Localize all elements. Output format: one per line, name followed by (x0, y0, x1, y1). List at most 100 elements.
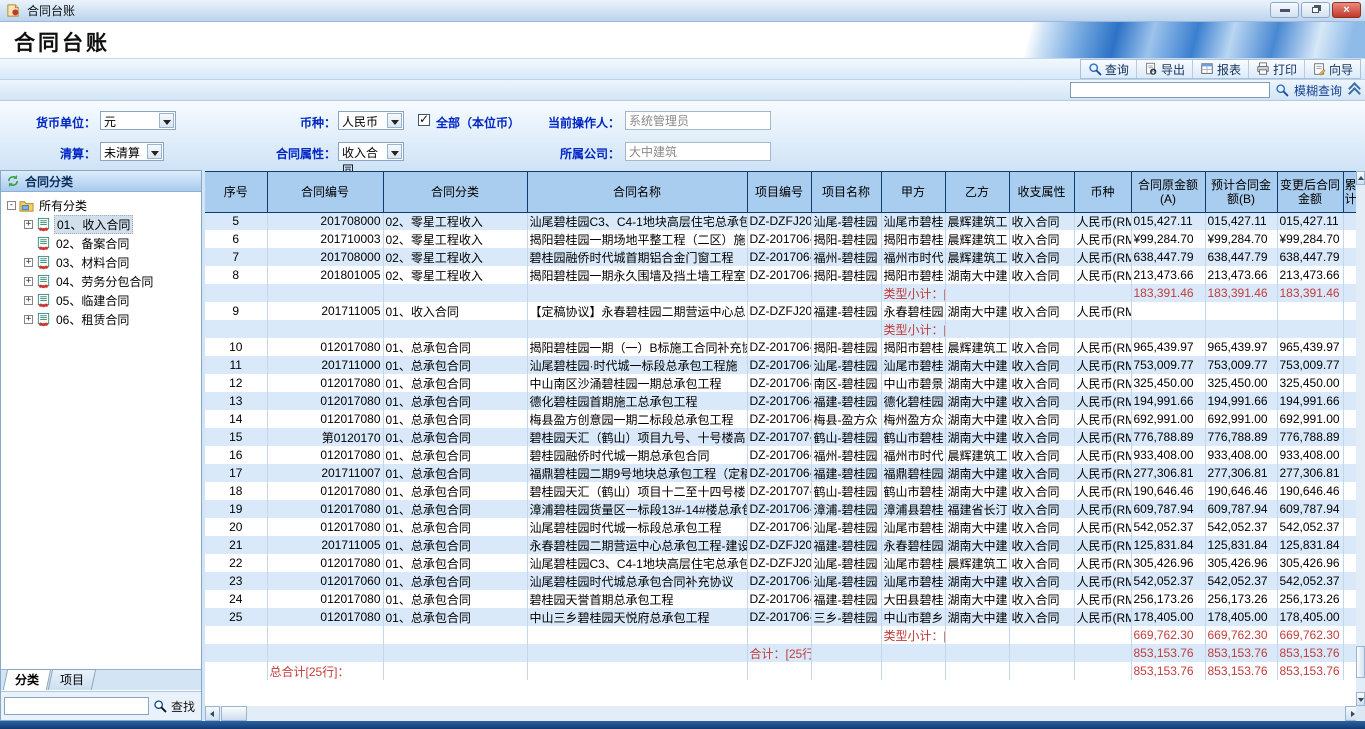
refresh-icon[interactable] (6, 174, 20, 188)
all-base-currency-checkbox[interactable] (418, 114, 430, 126)
table-row[interactable]: 720170800002、零星工程收入碧桂园融侨时代城首期铝合金门窗工程DZ-2… (205, 248, 1356, 266)
report-button[interactable]: 报表 (1193, 60, 1249, 78)
column-header[interactable]: 合同原金额(A) (1131, 172, 1205, 212)
table-row[interactable]: 2401201708001、总承包合同碧桂园天誉首期总承包工程DZ-201706… (205, 590, 1356, 608)
settle-label: 清算： (20, 145, 96, 162)
table-row[interactable]: 820180100502、零星工程收入揭阳碧桂园一期永久围墙及挡土墙工程室DZ-… (205, 266, 1356, 284)
find-button[interactable]: 查找 (171, 698, 195, 715)
table-row[interactable]: 920171100501、收入合同【定稿协议】永春碧桂园二期营运中心总DZ-DZ… (205, 302, 1356, 320)
cell-序号: 10 (205, 338, 267, 356)
settle-select[interactable]: 未清算 (100, 142, 164, 161)
column-header[interactable]: 合同分类 (383, 172, 527, 212)
cell-项目名称: 汕尾-碧桂园 (811, 356, 881, 374)
table-row[interactable]: 2301201706001、总承包合同汕尾碧桂园时代城总承包合同补充协议DZ-2… (205, 572, 1356, 590)
print-button[interactable]: 打印 (1249, 60, 1305, 78)
grandtotal-row[interactable]: 总合计[25行]：853,153.76853,153.76853,153.76 (205, 662, 1356, 680)
scroll-down-button[interactable] (1356, 692, 1365, 706)
collapse-panel-icon[interactable] (1347, 83, 1361, 97)
cell-变更后合同金额: 853,153.76 (1277, 662, 1343, 680)
table-row[interactable]: 520170800002、零星工程收入汕尾碧桂园C3、C4-1地块高层住宅总承包… (205, 212, 1356, 230)
table-row[interactable]: 2120171100501、总承包合同永春碧桂园二期营运中心总承包工程-建设DZ… (205, 536, 1356, 554)
tree-item[interactable]: +05、临建合同 (1, 291, 201, 310)
table-row[interactable]: 1301201708001、总承包合同德化碧桂园首期施工总承包工程DZ-2017… (205, 392, 1356, 410)
cell-预计合同金额(B): 638,447.79 (1205, 248, 1277, 266)
table-row[interactable]: 1720171100701、总承包合同福鼎碧桂园二期9号地块总承包工程（定稿DZ… (205, 464, 1356, 482)
cell-项目名称 (811, 320, 881, 338)
subtotal-row[interactable]: 类型小计：[669,762.30669,762.30669,762.30 (205, 626, 1356, 644)
currency-select[interactable]: 人民币 (338, 111, 404, 130)
export-button[interactable]: 导出 (1137, 60, 1193, 78)
tree-item[interactable]: +03、材料合同 (1, 253, 201, 272)
expand-node-icon[interactable]: + (24, 277, 33, 286)
expand-node-icon[interactable]: + (24, 220, 33, 229)
horizontal-scrollbar[interactable] (205, 706, 1365, 721)
tree-item[interactable]: +06、租赁合同 (1, 310, 201, 329)
scroll-up-button[interactable] (1356, 171, 1365, 185)
table-row[interactable]: 1401201708001、总承包合同梅县盈方创意园一期二标段总承包工程DZ-2… (205, 410, 1356, 428)
collapse-node-icon[interactable]: - (7, 201, 16, 210)
subtotal-row[interactable]: 类型小计：[ (205, 320, 1356, 338)
tab-项目[interactable]: 项目 (48, 669, 96, 690)
dropdown-arrow-icon[interactable] (387, 144, 402, 159)
wizard-button[interactable]: 向导 (1305, 60, 1360, 78)
cell-乙方: 福建省长汀 (945, 500, 1009, 518)
currency-unit-select[interactable]: 元 (100, 111, 176, 130)
cell-项目编号: DZ-DZFJ2017 (747, 536, 811, 554)
subtotal-row[interactable]: 类型小计：[6183,391.46183,391.46183,391.46 (205, 284, 1356, 302)
column-header[interactable]: 项目名称 (811, 172, 881, 212)
column-header[interactable]: 项目编号 (747, 172, 811, 212)
column-header[interactable]: 甲方 (881, 172, 945, 212)
vertical-scrollbar[interactable] (1356, 171, 1365, 706)
cell-累计 (1343, 500, 1356, 518)
tree-item[interactable]: +04、劳务分包合同 (1, 272, 201, 291)
column-header[interactable]: 序号 (205, 172, 267, 212)
total-row[interactable]: 合计：[25行]853,153.76853,153.76853,153.76 (205, 644, 1356, 662)
table-row[interactable]: 1201201708001、总承包合同中山南区沙涌碧桂园一期总承包工程DZ-20… (205, 374, 1356, 392)
horizontal-scroll-thumb[interactable] (221, 706, 247, 721)
dropdown-arrow-icon[interactable] (159, 113, 174, 128)
dropdown-arrow-icon[interactable] (147, 144, 162, 159)
table-row[interactable]: 2201201708001、总承包合同汕尾碧桂园C3、C4-1地块高层住宅总承包… (205, 554, 1356, 572)
column-header[interactable]: 变更后合同金额 (1277, 172, 1343, 212)
cell-币种: 人民币(RMB (1074, 302, 1131, 320)
table-row[interactable]: 1901201708001、总承包合同漳浦碧桂园货量区一标段13#-14#楼总承… (205, 500, 1356, 518)
company-field[interactable] (625, 142, 771, 161)
table-row[interactable]: 1120171100001、总承包合同汕尾碧桂园·时代城一标段总承包工程施DZ-… (205, 356, 1356, 374)
restore-button[interactable] (1301, 2, 1330, 18)
expand-node-icon[interactable]: + (24, 258, 33, 267)
column-header[interactable]: 累计 (1343, 172, 1356, 212)
tab-分类[interactable]: 分类 (3, 669, 51, 690)
column-header[interactable]: 预计合同金额(B) (1205, 172, 1277, 212)
table-row[interactable]: 620171000302、零星工程收入揭阳碧桂园一期场地平整工程（二区）施DZ-… (205, 230, 1356, 248)
vertical-scroll-thumb[interactable] (1356, 646, 1365, 678)
tree-item[interactable]: -所有分类 (1, 196, 201, 215)
minimize-button[interactable] (1270, 2, 1299, 18)
operator-field[interactable] (625, 111, 771, 130)
table-row[interactable]: 1801201708001、总承包合同碧桂园天汇（鹤山）项目十二至十四号楼DZ-… (205, 482, 1356, 500)
table-row[interactable]: 15第012017001、总承包合同碧桂园天汇（鹤山）项目九号、十号楼高DZ-2… (205, 428, 1356, 446)
close-button[interactable]: × (1332, 2, 1361, 18)
expand-node-icon[interactable]: + (24, 296, 33, 305)
table-row[interactable]: 1601201708001、总承包合同碧桂园融侨时代城一期总承包合同DZ-201… (205, 446, 1356, 464)
table-row[interactable]: 2501201708001、总承包合同中山三乡碧桂园天悦府总承包工程DZ-201… (205, 608, 1356, 626)
column-header[interactable]: 合同编号 (267, 172, 383, 212)
expand-node-icon[interactable]: + (24, 315, 33, 324)
tree-find-input[interactable] (4, 697, 149, 715)
tree-item-label: 04、劳务分包合同 (54, 273, 155, 290)
cell-项目名称: 揭阳-碧桂园 (811, 338, 881, 356)
column-header[interactable]: 乙方 (945, 172, 1009, 212)
column-header[interactable]: 合同名称 (527, 172, 747, 212)
tree-item[interactable]: 02、备案合同 (1, 234, 201, 253)
cell-序号: 16 (205, 446, 267, 464)
column-header[interactable]: 币种 (1074, 172, 1131, 212)
table-row[interactable]: 1001201708001、总承包合同揭阳碧桂园一期（一）B标施工合同补充协DZ… (205, 338, 1356, 356)
table-row[interactable]: 2001201708001、总承包合同汕尾碧桂园时代城一标段总承包工程DZ-20… (205, 518, 1356, 536)
contract-attr-select[interactable]: 收入合同 (338, 142, 404, 161)
column-header[interactable]: 收支属性 (1009, 172, 1074, 212)
tree-item[interactable]: +01、收入合同 (1, 215, 201, 234)
quick-search-input[interactable] (1070, 82, 1270, 98)
dropdown-arrow-icon[interactable] (387, 113, 402, 128)
fuzzy-search-button[interactable]: 模糊查询 (1294, 82, 1342, 99)
scroll-left-button[interactable] (205, 706, 220, 721)
search-button[interactable]: 查询 (1081, 60, 1137, 78)
